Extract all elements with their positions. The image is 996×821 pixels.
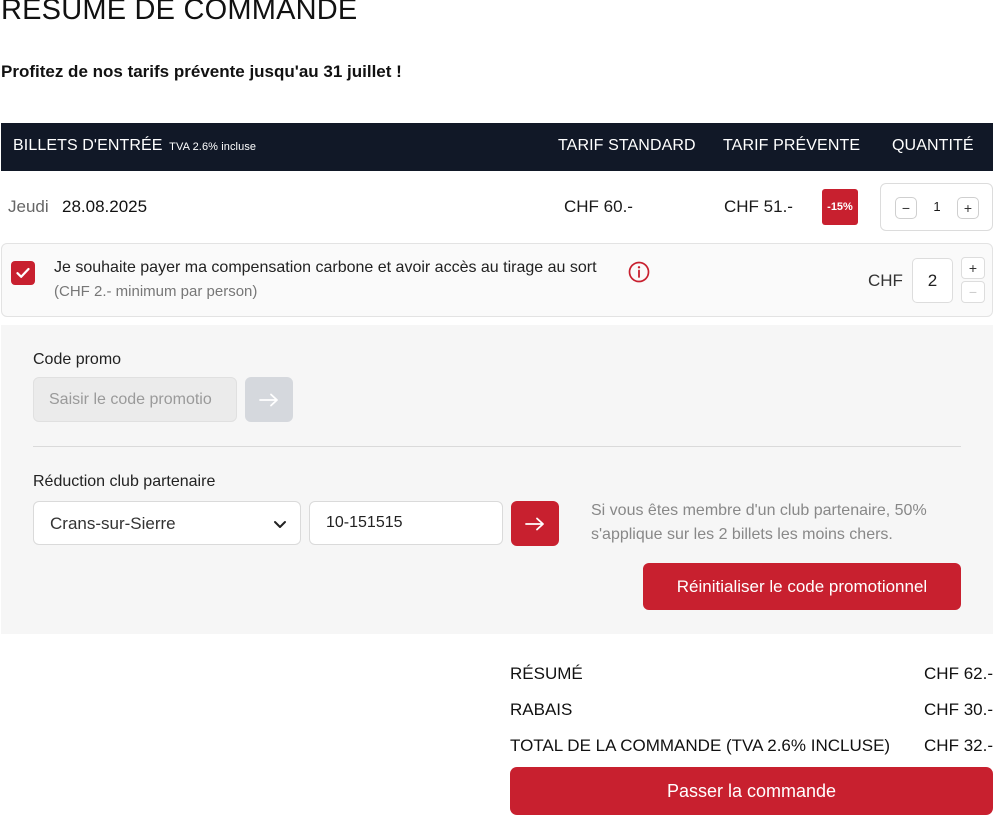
column-presale-price: TARIF PRÉVENTE <box>723 137 861 154</box>
check-icon <box>16 267 30 278</box>
carbon-currency: CHF <box>868 271 903 290</box>
page-title: RÉSUMÉ DE COMMANDE <box>1 0 358 26</box>
presale-notice: Profitez de nos tarifs prévente jusqu'au… <box>1 62 402 81</box>
partner-club-code-input[interactable] <box>309 501 503 545</box>
carbon-compensation-box: Je souhaite payer ma compensation carbon… <box>1 243 993 317</box>
summary-total-label: TOTAL DE LA COMMANDE (TVA 2.6% INCLUSE) <box>510 736 891 755</box>
ticket-day: Jeudi <box>8 197 49 216</box>
partner-club-select[interactable]: Crans-sur-Sierre <box>33 501 301 545</box>
info-circle-icon[interactable] <box>628 261 650 283</box>
carbon-amount-increase[interactable]: + <box>961 257 985 279</box>
promo-apply-button[interactable] <box>245 377 293 422</box>
carbon-checkbox[interactable] <box>11 261 35 285</box>
carbon-label: Je souhaite payer ma compensation carbon… <box>54 259 597 276</box>
summary-discount-label: RABAIS <box>510 700 573 719</box>
summary-total-value: CHF 32.- <box>924 736 993 755</box>
divider <box>33 446 961 447</box>
carbon-minimum-note: (CHF 2.- minimum par person) <box>54 283 258 300</box>
ticket-row: Jeudi 28.08.2025 CHF 60.- CHF 51.- -15% … <box>1 177 993 237</box>
quantity-increase-button[interactable]: + <box>957 197 979 219</box>
discount-badge: -15% <box>822 189 858 225</box>
column-quantity: QUANTITÉ <box>892 137 974 154</box>
partner-club-label: Réduction club partenaire <box>33 473 216 490</box>
quantity-value: 1 <box>933 199 941 214</box>
arrow-right-icon <box>525 517 544 530</box>
summary-discount-value: CHF 30.- <box>924 700 993 719</box>
chevron-down-icon <box>274 521 286 528</box>
column-tickets-tva: TVA 2.6% incluse <box>169 141 257 153</box>
carbon-amount-decrease[interactable]: − <box>961 281 985 303</box>
summary-subtotal-value: CHF 62.- <box>924 664 993 683</box>
partner-club-selected: Crans-sur-Sierre <box>50 514 176 533</box>
column-standard-price: TARIF STANDARD <box>558 137 696 154</box>
ticket-standard-price: CHF 60.- <box>564 197 633 216</box>
ticket-presale-price: CHF 51.- <box>724 197 793 216</box>
promo-code-label: Code promo <box>33 351 122 368</box>
arrow-right-icon <box>259 393 278 406</box>
column-tickets: BILLETS D'ENTRÉE TVA 2.6% incluse <box>13 137 256 155</box>
partner-club-info: Si vous êtes membre d'un club partenaire… <box>591 502 927 543</box>
carbon-amount-input[interactable] <box>912 258 953 303</box>
ticket-date: 28.08.2025 <box>62 197 148 216</box>
quantity-stepper: − 1 + <box>880 183 993 231</box>
tickets-table-header: BILLETS D'ENTRÉE TVA 2.6% incluse TARIF … <box>1 123 993 171</box>
reset-promo-button[interactable]: Réinitialiser le code promotionnel <box>643 563 961 610</box>
partner-club-apply-button[interactable] <box>511 501 559 546</box>
place-order-button[interactable]: Passer la commande <box>510 767 993 815</box>
summary-subtotal-label: RÉSUMÉ <box>510 664 583 683</box>
promo-panel: Code promo Réduction club partenaire Cra… <box>1 325 993 634</box>
quantity-decrease-button[interactable]: − <box>895 197 917 219</box>
column-tickets-label: BILLETS D'ENTRÉE <box>13 137 163 154</box>
promo-code-input[interactable] <box>33 377 237 422</box>
